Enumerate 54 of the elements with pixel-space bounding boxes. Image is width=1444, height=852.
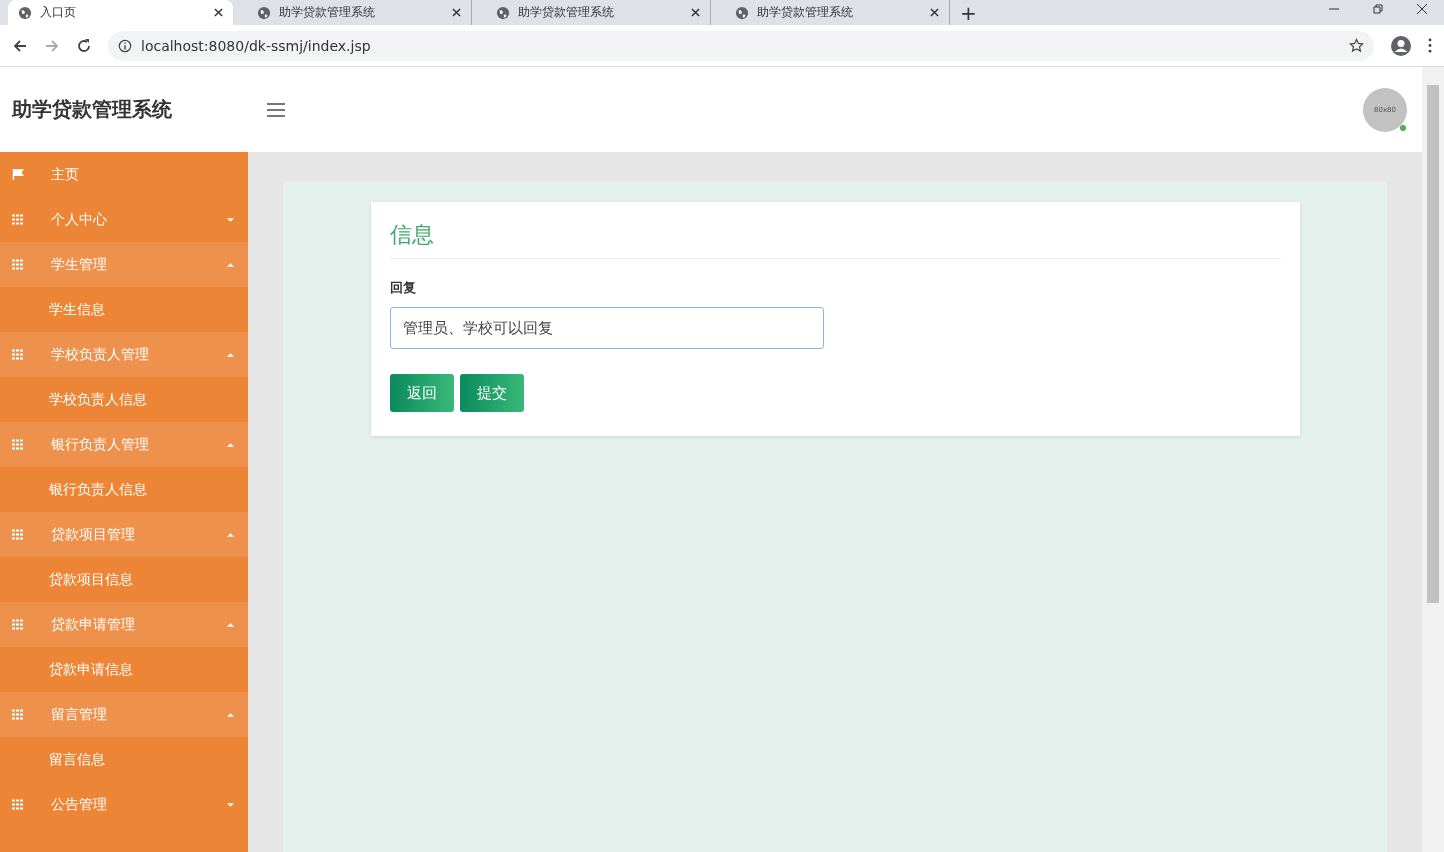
caret-down-icon	[227, 217, 234, 222]
grid-icon	[12, 214, 24, 225]
globe-icon	[496, 5, 510, 20]
caret-up-icon	[227, 262, 234, 267]
tab-title: 助学贷款管理系统	[279, 4, 376, 21]
star-icon[interactable]	[1349, 38, 1364, 53]
caret-down-icon	[227, 802, 234, 807]
grid-icon	[12, 529, 24, 540]
grid-icon	[12, 799, 24, 810]
scrollbar[interactable]	[1422, 67, 1444, 852]
grid-icon	[12, 709, 24, 720]
close-icon[interactable]	[1416, 3, 1428, 15]
sidebar-group[interactable]: 留言管理	[0, 692, 248, 737]
globe-icon	[18, 5, 32, 20]
new-tab-button[interactable]: +	[960, 0, 977, 25]
info-icon	[118, 38, 132, 53]
back-icon[interactable]	[12, 37, 28, 54]
tab-title: 助学贷款管理系统	[518, 4, 615, 21]
form-button[interactable]: 提交	[460, 374, 524, 412]
profile-icon[interactable]	[1390, 34, 1412, 57]
close-icon[interactable]	[930, 8, 939, 17]
close-icon[interactable]	[452, 8, 461, 17]
reply-field[interactable]: 管理员、学校可以回复	[390, 307, 824, 349]
tab-title: 助学贷款管理系统	[757, 4, 854, 21]
sidebar-group[interactable]: 学生管理	[0, 242, 248, 287]
close-icon[interactable]	[214, 8, 223, 17]
sidebar-group[interactable]: 贷款项目管理	[0, 512, 248, 557]
sidebar-group[interactable]: 学校负责人管理	[0, 332, 248, 377]
caret-up-icon	[227, 622, 234, 627]
menu-icon[interactable]	[267, 102, 285, 117]
flag-icon	[12, 169, 24, 180]
grid-icon	[12, 349, 24, 360]
caret-up-icon	[227, 532, 234, 537]
caret-up-icon	[227, 352, 234, 357]
grid-icon	[12, 259, 24, 270]
globe-icon	[735, 5, 749, 20]
globe-icon	[257, 5, 271, 20]
grid-icon	[12, 619, 24, 630]
field-label: 回复	[390, 279, 417, 297]
app-title: 助学贷款管理系统	[12, 96, 173, 123]
card-title: 信息	[390, 220, 1281, 259]
sidebar-group[interactable]: 贷款申请管理	[0, 602, 248, 647]
browser-tab[interactable]: 入口页	[8, 0, 233, 25]
form-button[interactable]: 返回	[390, 374, 454, 412]
tab-title: 入口页	[40, 4, 77, 21]
restore-icon[interactable]	[1372, 3, 1384, 15]
grid-icon	[12, 439, 24, 450]
sidebar-group[interactable]: 银行负责人管理	[0, 422, 248, 467]
address-field[interactable]: localhost:8080/dk-ssmj/index.jsp	[108, 30, 1374, 61]
caret-up-icon	[227, 442, 234, 447]
menu-icon[interactable]	[1428, 38, 1432, 53]
close-icon[interactable]	[691, 8, 700, 17]
caret-up-icon	[227, 712, 234, 717]
reload-icon[interactable]	[76, 37, 92, 54]
